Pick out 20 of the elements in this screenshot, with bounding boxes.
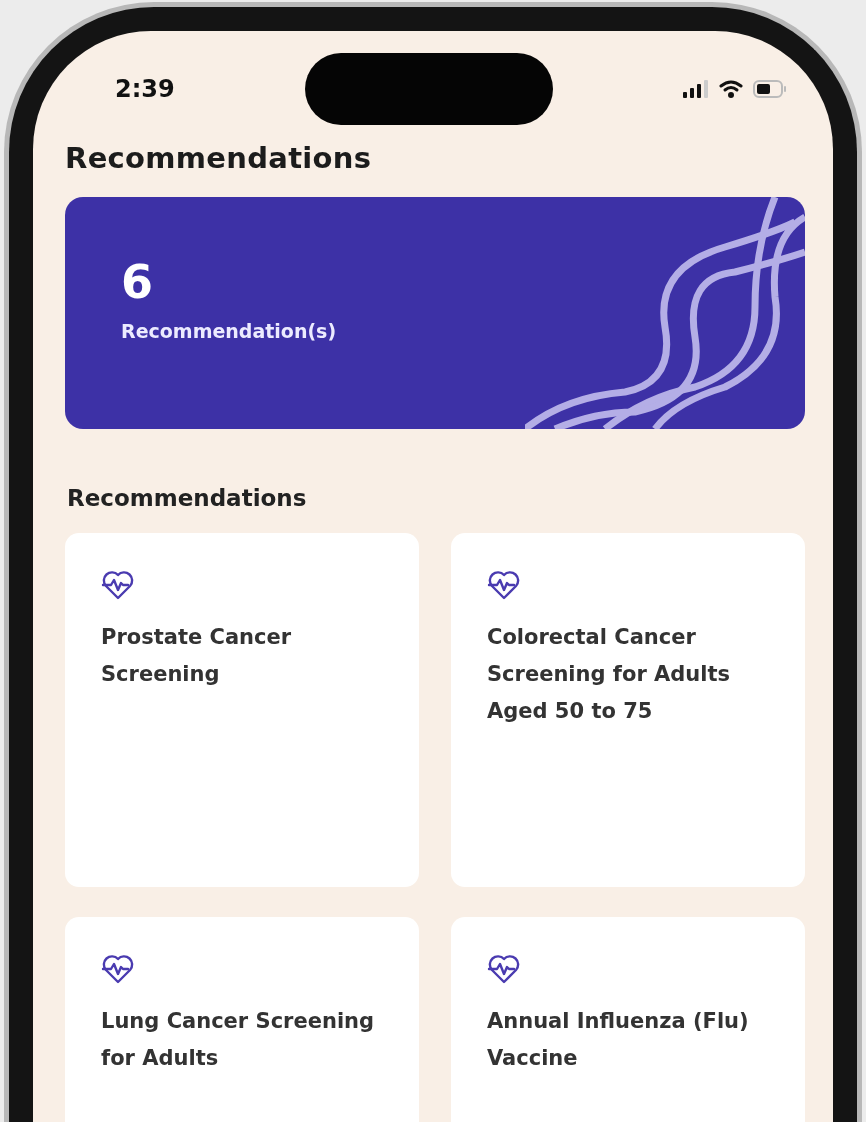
recommendation-title: Prostate Cancer Screening xyxy=(101,624,293,688)
recommendation-title: Annual Influenza (Flu) Vaccine xyxy=(487,1008,750,1072)
status-time: 2:39 xyxy=(115,75,175,103)
heart-pulse-icon xyxy=(101,953,135,985)
recommendation-card[interactable]: Lung Cancer Screening for Adults xyxy=(65,917,419,1122)
battery-icon xyxy=(753,80,787,98)
wifi-icon xyxy=(719,80,743,98)
section-heading: Recommendations xyxy=(67,485,308,511)
page-title: Recommendations xyxy=(65,141,373,175)
signal-icon xyxy=(683,80,709,98)
recommendation-card[interactable]: Colorectal Cancer Screening for Adults Aged 50 to 75 xyxy=(451,533,805,887)
recommendation-count: 6 xyxy=(121,257,154,308)
heart-pulse-icon xyxy=(487,569,521,601)
recommendation-card[interactable]: Prostate Cancer Screening xyxy=(65,533,419,887)
heart-pulse-icon xyxy=(487,953,521,985)
recommendation-title: Colorectal Cancer Screening for Adults Aged 50 to 75 xyxy=(487,624,732,725)
recommendation-card[interactable]: Annual Influenza (Flu) Vaccine xyxy=(451,917,805,1122)
count-label: Recommendation(s) xyxy=(121,319,338,342)
heart-pulse-icon xyxy=(101,569,135,601)
recommendation-title: Lung Cancer Screening for Adults xyxy=(101,1008,376,1072)
